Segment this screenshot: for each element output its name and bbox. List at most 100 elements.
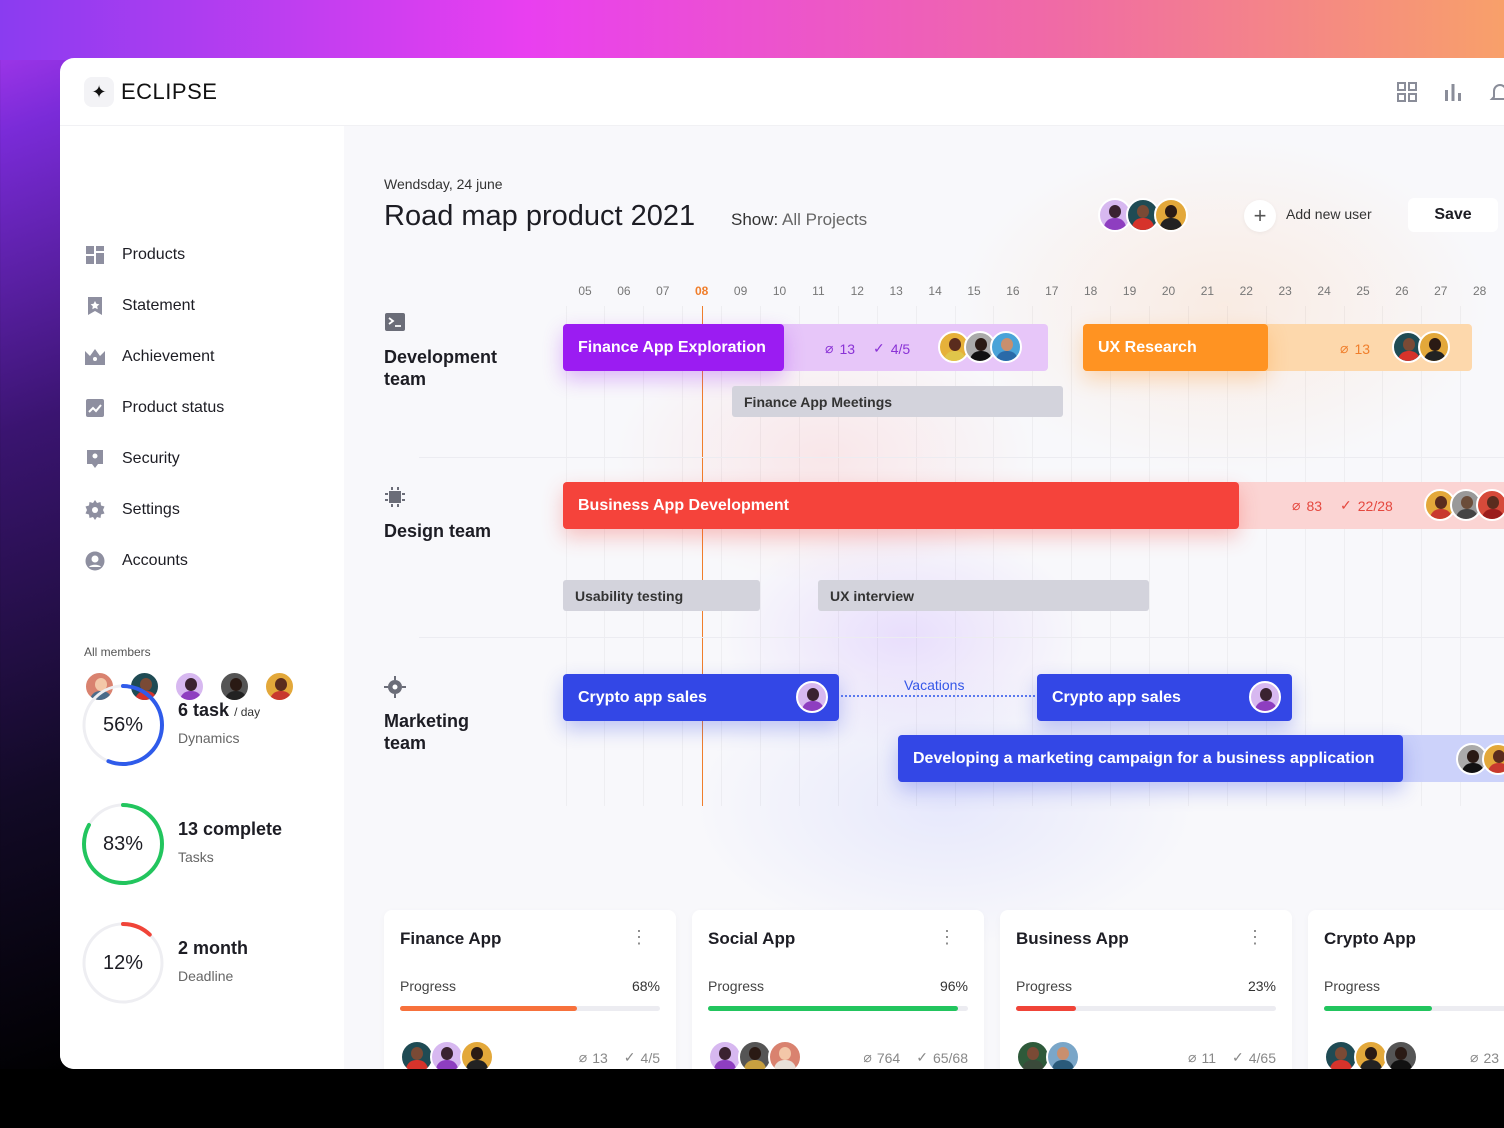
sidebar-item-label: Statement bbox=[122, 297, 195, 314]
card-meta: ⌀ 13 ✓ 4/5 bbox=[578, 1049, 660, 1066]
avatar[interactable] bbox=[1384, 1040, 1418, 1069]
check-circle-icon: ✓ bbox=[1340, 497, 1352, 513]
timeline-day: 09 bbox=[733, 284, 748, 298]
stat-title: 6 task / day bbox=[178, 700, 261, 720]
more-icon[interactable]: ⋮ bbox=[1246, 927, 1264, 948]
project-card[interactable]: Finance App ⋮ Progress 68% ⌀ 13 ✓ 4/5 bbox=[384, 910, 676, 1069]
avatar[interactable] bbox=[1016, 1040, 1050, 1069]
task-finance-exploration[interactable]: Finance App Exploration bbox=[563, 324, 784, 371]
avatar[interactable] bbox=[219, 671, 250, 702]
grid-view-icon[interactable] bbox=[1395, 80, 1419, 104]
card-members bbox=[400, 1040, 494, 1069]
sidebar-item-statement[interactable]: Statement bbox=[84, 295, 195, 317]
bar-chart-icon[interactable] bbox=[1441, 80, 1465, 104]
save-button[interactable]: Save bbox=[1408, 198, 1498, 232]
timeline-gridline bbox=[837, 306, 839, 806]
sidebar-item-label: Product status bbox=[122, 399, 225, 416]
avatar[interactable] bbox=[1154, 198, 1188, 232]
more-icon[interactable]: ⋮ bbox=[938, 927, 956, 948]
task-business-dev[interactable]: Business App Development bbox=[563, 482, 1239, 529]
timeline-day: 22 bbox=[1239, 284, 1253, 298]
avatar[interactable] bbox=[1482, 743, 1504, 775]
timeline-days: 05 06 07 08 09 10 11 12 13 14 15 16 17 18 19 20 21 22 23 24… bbox=[344, 284, 1504, 300]
sidebar: Products Statement Achievement Product s… bbox=[60, 126, 344, 1069]
timeline-gridline bbox=[915, 306, 917, 806]
avatar[interactable] bbox=[1354, 1040, 1388, 1069]
vacations-connector bbox=[841, 695, 1035, 697]
stat-percent: 12% bbox=[102, 951, 144, 974]
stat-subtitle: Tasks bbox=[178, 849, 214, 865]
avatar[interactable] bbox=[430, 1040, 464, 1069]
project-card[interactable]: Business App ⋮ Progress 23% ⌀ 11 ✓ 4/65 bbox=[1000, 910, 1292, 1069]
card-title: Social App bbox=[708, 929, 796, 948]
progress-value: 96% bbox=[939, 978, 968, 994]
project-card[interactable]: Crypto App Progress ⌀ 23 bbox=[1308, 910, 1504, 1069]
task-usability-testing[interactable]: Usability testing bbox=[563, 580, 760, 611]
avatar[interactable] bbox=[990, 331, 1022, 363]
chip-icon bbox=[384, 486, 406, 508]
avatar[interactable] bbox=[1046, 1040, 1080, 1069]
avatar[interactable] bbox=[796, 681, 828, 713]
card-title: Crypto App bbox=[1324, 929, 1416, 948]
sidebar-item-achievement[interactable]: Achievement bbox=[84, 346, 215, 368]
timeline-gridline bbox=[1304, 306, 1306, 806]
timeline-day: 07 bbox=[656, 284, 670, 298]
avatar[interactable] bbox=[1324, 1040, 1358, 1069]
avatar[interactable] bbox=[708, 1040, 742, 1069]
sidebar-item-label: Settings bbox=[122, 501, 180, 518]
task-ux-interview[interactable]: UX interview bbox=[818, 580, 1149, 611]
stat-subtitle: Deadline bbox=[178, 968, 234, 984]
task-assignees bbox=[1456, 743, 1504, 775]
progress-fill bbox=[708, 1006, 958, 1011]
avatar[interactable] bbox=[264, 671, 295, 702]
task-assignees bbox=[1249, 681, 1281, 713]
timeline-day: 24 bbox=[1317, 284, 1331, 298]
timeline-gridline bbox=[604, 306, 606, 806]
progress-value: 68% bbox=[631, 978, 660, 994]
team-divider bbox=[419, 457, 1504, 458]
timeline-day: 12 bbox=[850, 284, 864, 298]
avatar[interactable] bbox=[1249, 681, 1281, 713]
timeline-day: 20 bbox=[1161, 284, 1176, 298]
paperclip-icon: ⌀ bbox=[578, 1049, 588, 1065]
avatar[interactable] bbox=[460, 1040, 494, 1069]
timeline-day: 19 bbox=[1122, 284, 1137, 298]
sidebar-item-label: Security bbox=[122, 450, 180, 467]
stat-percent: 83% bbox=[102, 832, 144, 855]
progress-bar bbox=[708, 1006, 968, 1011]
avatar[interactable] bbox=[174, 671, 205, 702]
avatar[interactable] bbox=[738, 1040, 772, 1069]
task-marketing-campaign[interactable]: Developing a marketing campaign for a bu… bbox=[898, 735, 1403, 782]
more-icon[interactable]: ⋮ bbox=[630, 927, 648, 948]
card-members bbox=[1016, 1040, 1080, 1069]
timeline-day: 13 bbox=[889, 284, 903, 298]
task-finance-meetings[interactable]: Finance App Meetings bbox=[732, 386, 1063, 417]
timeline-gridline bbox=[954, 306, 956, 806]
sidebar-item-label: Achievement bbox=[122, 348, 215, 365]
project-card[interactable]: Social App ⋮ Progress 96% ⌀ 764 ✓ 65/68 bbox=[692, 910, 984, 1069]
avatar[interactable] bbox=[400, 1040, 434, 1069]
plus-icon: + bbox=[1253, 203, 1267, 228]
bell-icon[interactable] bbox=[1488, 80, 1504, 104]
team-development: Development team bbox=[384, 312, 524, 390]
sidebar-item-settings[interactable]: Settings bbox=[84, 499, 180, 521]
task-ux-research[interactable]: UX Research bbox=[1083, 324, 1268, 371]
task-assignees bbox=[1424, 489, 1504, 521]
add-user-label[interactable]: Add new user bbox=[1286, 206, 1372, 222]
sidebar-item-product-status[interactable]: Product status bbox=[84, 397, 224, 419]
avatar[interactable] bbox=[1418, 331, 1450, 363]
card-title: Business App bbox=[1016, 929, 1129, 948]
target-icon bbox=[384, 676, 406, 698]
sidebar-item-accounts[interactable]: Accounts bbox=[84, 550, 188, 572]
task-meta: ⌀ 13 bbox=[1340, 340, 1371, 357]
project-filter[interactable]: Show: All Projects bbox=[731, 210, 867, 230]
sidebar-item-products[interactable]: Products bbox=[84, 244, 185, 266]
add-user-button[interactable]: + bbox=[1244, 200, 1276, 232]
task-meta: ⌀ 13 ✓ 4/5 bbox=[825, 340, 911, 357]
sidebar-item-security[interactable]: Security bbox=[84, 448, 180, 470]
avatar[interactable] bbox=[1476, 489, 1504, 521]
vacations-label: Vacations bbox=[904, 677, 965, 693]
avatar[interactable] bbox=[768, 1040, 802, 1069]
card-members bbox=[1324, 1040, 1418, 1069]
trend-chart-icon bbox=[84, 397, 106, 419]
